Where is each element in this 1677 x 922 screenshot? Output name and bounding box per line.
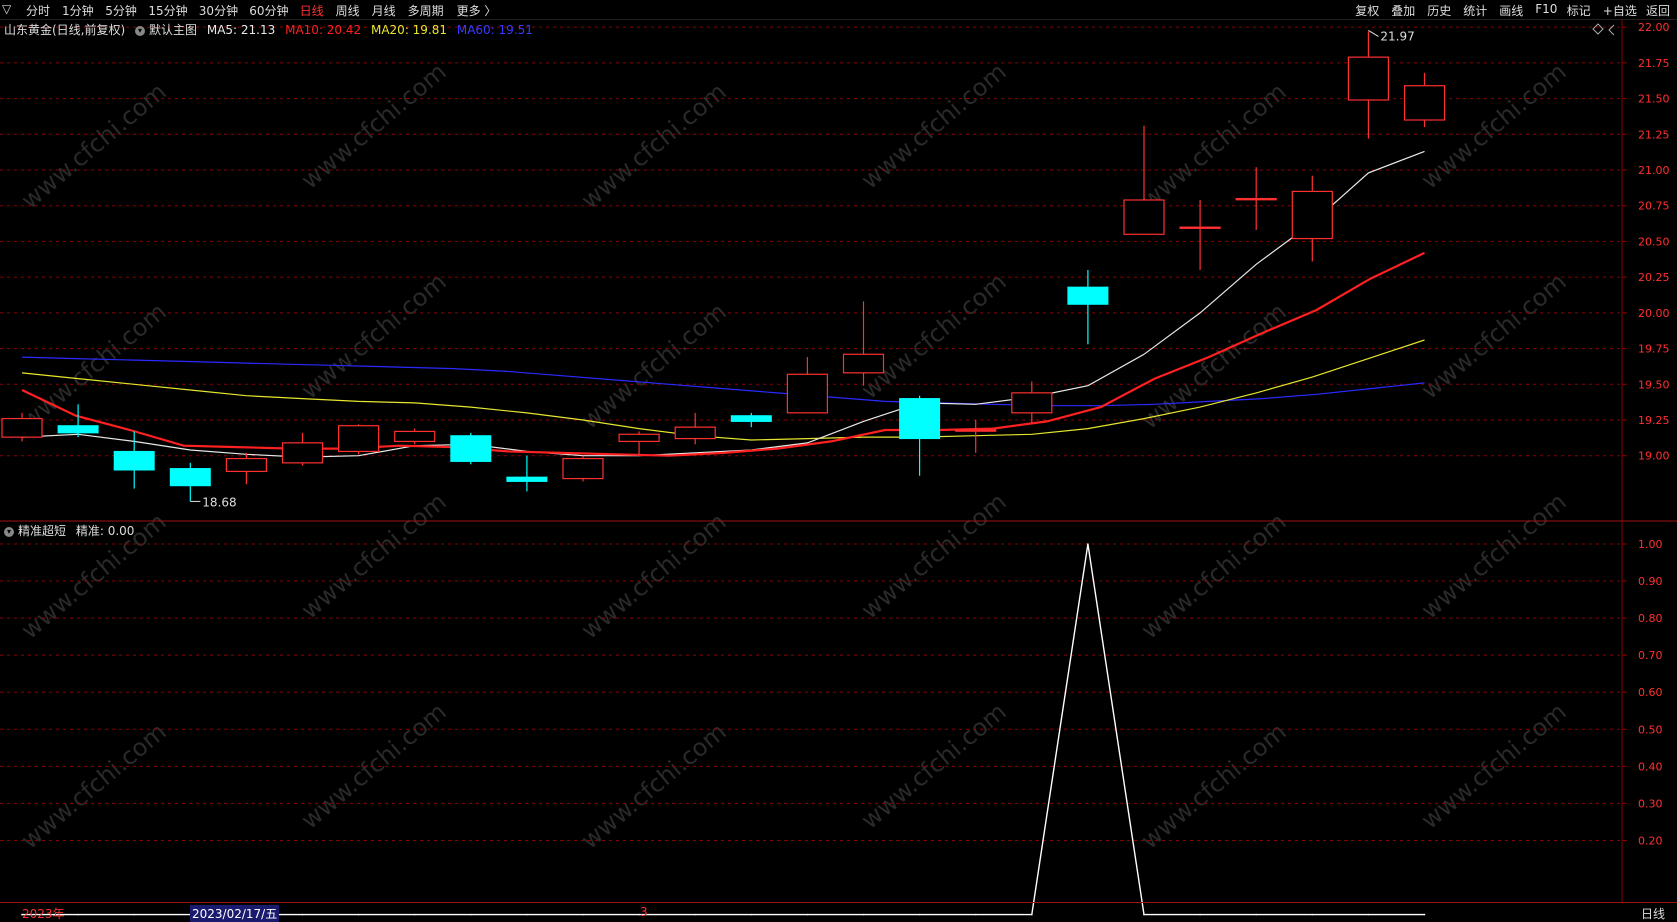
ma20-legend: MA20: 19.81 <box>370 23 448 37</box>
ma-line-ma10 <box>21 251 1425 457</box>
stock-title: 山东黄金(日线,前复权) <box>4 23 126 37</box>
candle-body-14 <box>786 373 829 414</box>
candle-body-3 <box>169 468 211 487</box>
candle-body-20 <box>1123 199 1165 235</box>
candle-body-11 <box>618 433 660 443</box>
ma-line-ma5 <box>21 150 1425 458</box>
watermark-4: www.cfchi.com <box>576 77 732 214</box>
watermark-5: www.cfchi.com <box>576 507 732 644</box>
ind-tick-label-2: 0.80 <box>1638 612 1663 625</box>
indicator-value: 精准: 0.00 <box>75 524 135 538</box>
main-tick-label-12: 19.00 <box>1638 450 1670 463</box>
candle-body-8 <box>450 435 492 462</box>
template-name[interactable]: 默认主图 <box>149 23 197 37</box>
low-price-label: 18.68 <box>202 495 236 509</box>
candle-body-2 <box>113 450 155 471</box>
ind-tick-label-1: 0.90 <box>1638 575 1663 588</box>
main-tick-label-9: 19.75 <box>1638 343 1670 356</box>
candle-body-18 <box>1011 392 1053 414</box>
main-tick-label-3: 21.25 <box>1638 128 1670 141</box>
candle-body-17 <box>955 429 997 432</box>
watermark-7: www.cfchi.com <box>856 487 1012 624</box>
watermark-3: www.cfchi.com <box>296 487 452 624</box>
main-tick-label-2: 21.50 <box>1638 93 1670 106</box>
indicator-point-19 <box>1087 543 1089 545</box>
ind-tick-label-3: 0.70 <box>1638 649 1663 662</box>
main-tick-label-6: 20.50 <box>1638 235 1670 248</box>
ind-tick-label-6: 0.40 <box>1638 760 1663 773</box>
watermark-11: www.cfchi.com <box>1416 487 1572 624</box>
watermark-10: www.cfchi.com <box>1416 57 1572 194</box>
candle-body-4 <box>225 457 267 473</box>
watermark-20: www.cfchi.com <box>576 717 732 854</box>
indicator-dropdown-icon[interactable]: ▾ <box>4 526 14 537</box>
candle-body-5 <box>281 442 324 464</box>
watermark-14: www.cfchi.com <box>576 297 732 434</box>
candle-body-12 <box>674 426 716 440</box>
diamond-icon <box>1592 23 1604 35</box>
candle-body-24 <box>1347 56 1390 101</box>
ind-tick-label-4: 0.60 <box>1638 686 1663 699</box>
main-chart-legend: 山东黄金(日线,前复权) ▾ 默认主图 MA5: 21.13 MA10: 20.4… <box>4 21 539 38</box>
indicator-name[interactable]: 精准超短 <box>18 524 66 538</box>
main-tick-label-7: 20.25 <box>1638 271 1670 284</box>
high-price-label: 21.97 <box>1380 29 1414 43</box>
watermark-18: www.cfchi.com <box>16 717 172 854</box>
ma10-legend: MA10: 20.42 <box>285 23 362 37</box>
main-tick-label-8: 20.00 <box>1638 307 1670 320</box>
ind-tick-label-7: 0.30 <box>1638 797 1663 810</box>
ind-tick-label-5: 0.50 <box>1638 723 1663 736</box>
high-pointer <box>1368 29 1379 37</box>
watermark-12: www.cfchi.com <box>16 297 172 434</box>
watermark-6: www.cfchi.com <box>856 57 1012 194</box>
candle-body-0 <box>1 417 43 438</box>
year-label: 2023年 <box>22 907 65 921</box>
cursor-date-label: 2023/02/17/五 <box>190 905 280 922</box>
ma5-legend: MA5: 21.13 <box>206 23 276 37</box>
candle-body-22 <box>1235 197 1277 201</box>
ind-tick-label-0: 1.00 <box>1638 538 1663 551</box>
candle-body-19 <box>1067 286 1109 305</box>
ind-tick-label-8: 0.20 <box>1638 834 1663 847</box>
candle-body-21 <box>1179 226 1221 229</box>
candle-body-15 <box>842 353 885 374</box>
candle-body-7 <box>394 430 436 443</box>
candle-body-1 <box>57 425 99 434</box>
main-tick-label-11: 19.25 <box>1638 414 1670 427</box>
main-tick-label-4: 21.00 <box>1638 164 1670 177</box>
main-tick-label-10: 19.50 <box>1638 378 1670 391</box>
main-tick-label-0: 22.00 <box>1638 21 1670 34</box>
period-label[interactable]: 日线 <box>1641 905 1665 922</box>
watermark-22: www.cfchi.com <box>1136 717 1292 854</box>
watermark-0: www.cfchi.com <box>16 77 172 214</box>
watermark-2: www.cfchi.com <box>296 57 452 194</box>
chevron-left-icon <box>1608 24 1615 36</box>
candle-body-25 <box>1403 85 1446 121</box>
main-tick-label-1: 21.75 <box>1638 57 1670 70</box>
ma60-legend: MA60: 19.51 <box>456 23 533 37</box>
template-dropdown-icon[interactable]: ▾ <box>135 25 146 36</box>
watermark-9: www.cfchi.com <box>1136 507 1292 644</box>
watermark-16: www.cfchi.com <box>1136 297 1292 434</box>
candle-body-6 <box>338 425 380 453</box>
indicator-legend: ▾ 精准超短 精准: 0.00 <box>4 522 140 539</box>
month-mark: 3 <box>640 905 648 919</box>
candle-body-10 <box>562 457 604 480</box>
watermark-8: www.cfchi.com <box>1136 77 1292 214</box>
chart-canvas: www.cfchi.com www.cfchi.com www.cfchi.com w… <box>0 20 1677 916</box>
candle-body-23 <box>1291 190 1333 240</box>
candle-body-16 <box>899 398 941 440</box>
candle-body-13 <box>730 415 772 422</box>
bottom-date-bar: 2023年 2023/02/17/五 3 日线 <box>0 902 1677 922</box>
candle-body-9 <box>506 476 548 482</box>
main-tick-label-5: 20.75 <box>1638 200 1670 213</box>
